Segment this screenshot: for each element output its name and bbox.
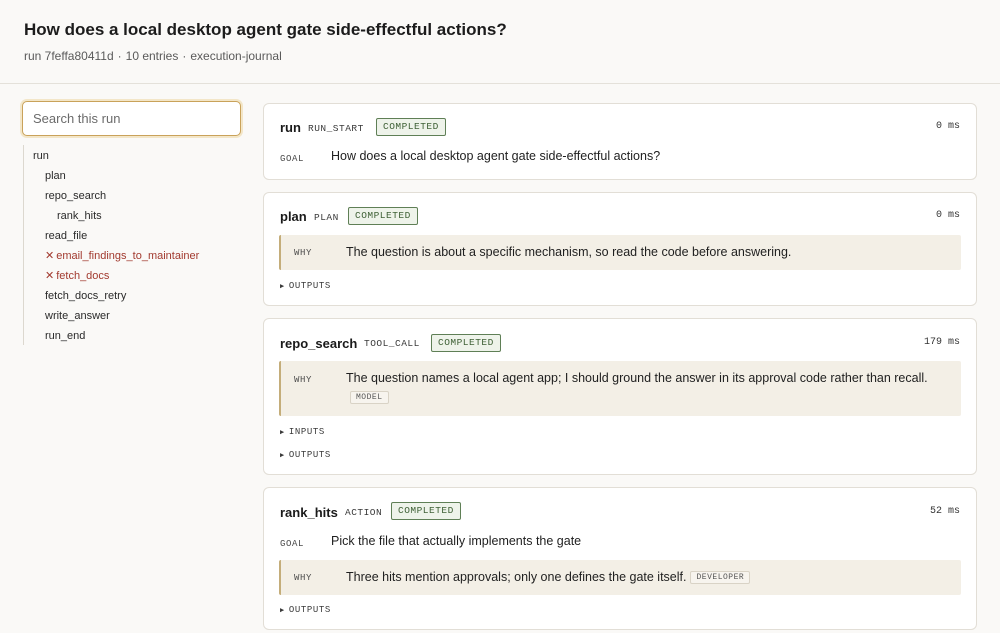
entry-card-rank-hits: rank_hits ACTION COMPLETED 52 ms GOAL Pi… — [263, 487, 977, 630]
status-badge: COMPLETED — [376, 118, 446, 136]
entry-kind: TOOL_CALL — [364, 338, 420, 349]
entry-count: 10 entries — [125, 49, 179, 63]
why-text: The question names a local agent app; I … — [346, 371, 928, 405]
entry-duration: 179 ms — [923, 337, 960, 348]
entry-duration: 0 ms — [935, 210, 960, 221]
tree-item-plan[interactable]: plan — [45, 169, 66, 183]
entry-name: plan — [280, 209, 307, 224]
run-meta: run 7feffa80411d · 10 entries · execution-jo… — [24, 49, 282, 63]
why-text: Three hits mention approvals; only one d… — [346, 568, 936, 587]
entry-duration: 0 ms — [935, 121, 960, 132]
tree-item-run-end[interactable]: run_end — [45, 329, 85, 343]
tree-item-repo-search[interactable]: repo_search — [45, 189, 106, 203]
status-badge: COMPLETED — [431, 334, 501, 352]
goal-label: GOAL — [280, 539, 305, 549]
entry-kind: PLAN — [314, 212, 339, 223]
entry-card-repo-search: repo_search TOOL_CALL COMPLETED 179 ms W… — [263, 318, 977, 475]
search-input[interactable] — [22, 101, 241, 136]
why-text: The question is about a specific mechani… — [346, 245, 792, 259]
tree-item-fetch-docs-retry[interactable]: fetch_docs_retry — [45, 289, 126, 303]
tree-item-email-findings[interactable]: ✕ email_findings_to_maintainer — [45, 249, 199, 263]
entry-card-plan: plan PLAN COMPLETED 0 ms WHY The questio… — [263, 192, 977, 306]
meta-separator: · — [182, 49, 187, 63]
why-label: WHY — [294, 248, 313, 258]
why-label: WHY — [294, 573, 313, 583]
triangle-right-icon: ▶ — [280, 452, 285, 460]
run-header: How does a local desktop agent gate side… — [0, 0, 1000, 84]
goal-text: How does a local desktop agent gate side… — [331, 149, 661, 163]
entry-kind: ACTION — [345, 507, 383, 518]
tree-item-rank-hits[interactable]: rank_hits — [57, 209, 102, 223]
triangle-right-icon: ▶ — [280, 283, 285, 291]
outputs-toggle[interactable]: ▶ OUTPUTS — [280, 450, 331, 460]
why-box: WHY Three hits mention approvals; only o… — [279, 560, 961, 595]
page-title: How does a local desktop agent gate side… — [24, 20, 507, 39]
error-x-icon: ✕ — [45, 270, 55, 282]
tree-item-fetch-docs[interactable]: ✕ fetch_docs — [45, 269, 109, 283]
entry-name: run — [280, 120, 301, 135]
why-box: WHY The question is about a specific mec… — [279, 235, 961, 270]
why-box: WHY The question names a local agent app… — [279, 361, 961, 416]
tree-item-run[interactable]: run — [33, 149, 49, 163]
journal-source: execution-journal — [190, 49, 282, 63]
run-tree: run plan repo_search rank_hits read_file… — [23, 145, 243, 345]
entry-card-run: run RUN_START COMPLETED 0 ms GOAL How do… — [263, 103, 977, 180]
tree-item-write-answer[interactable]: write_answer — [45, 309, 110, 323]
why-label: WHY — [294, 375, 313, 385]
triangle-right-icon: ▶ — [280, 429, 285, 437]
entry-kind: RUN_START — [308, 123, 364, 134]
status-badge: COMPLETED — [348, 207, 418, 225]
outputs-toggle[interactable]: ▶ OUTPUTS — [280, 281, 331, 291]
entry-name: repo_search — [280, 336, 358, 351]
tree-item-read-file[interactable]: read_file — [45, 229, 87, 243]
source-tag: MODEL — [350, 391, 389, 405]
source-tag: DEVELOPER — [690, 571, 751, 585]
triangle-right-icon: ▶ — [280, 607, 285, 615]
goal-text: Pick the file that actually implements t… — [331, 534, 582, 548]
status-badge: COMPLETED — [391, 502, 461, 520]
entry-name: rank_hits — [280, 505, 338, 520]
goal-label: GOAL — [280, 154, 305, 164]
outputs-toggle[interactable]: ▶ OUTPUTS — [280, 605, 331, 615]
inputs-toggle[interactable]: ▶ INPUTS — [280, 427, 325, 437]
error-x-icon: ✕ — [45, 250, 55, 262]
meta-separator: · — [117, 49, 122, 63]
run-id: run 7feffa80411d — [24, 49, 114, 63]
entry-duration: 52 ms — [929, 506, 960, 517]
